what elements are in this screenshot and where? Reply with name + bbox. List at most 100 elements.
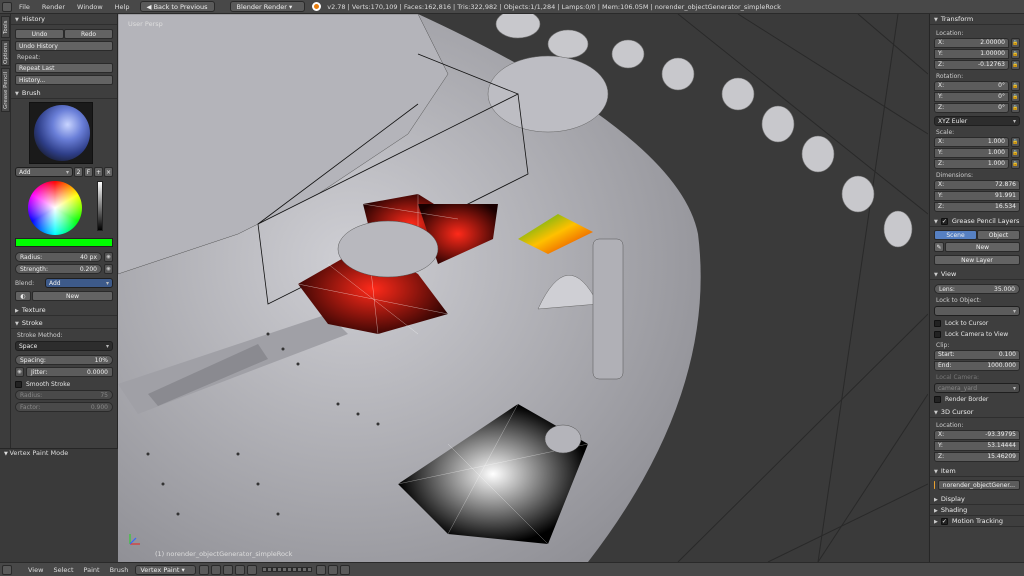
item-name-field[interactable]: norender_objectGener... bbox=[937, 480, 1020, 490]
lock-layers-icon[interactable] bbox=[315, 564, 326, 575]
lock-icon[interactable]: 🔒 bbox=[1011, 38, 1020, 48]
editor-type-icon[interactable] bbox=[2, 564, 12, 575]
scale-y-field[interactable]: Y: 1.000 bbox=[934, 148, 1009, 158]
3d-cursor-panel-header[interactable]: ▼ 3D Cursor bbox=[930, 407, 1024, 418]
item-panel-header[interactable]: ▼ Item bbox=[930, 466, 1024, 477]
menu-help[interactable]: Help bbox=[109, 3, 136, 11]
pressure-icon[interactable]: ◉ bbox=[104, 252, 113, 262]
undo-button[interactable]: Undo bbox=[15, 29, 64, 39]
stroke-panel-header[interactable]: ▼ Stroke bbox=[11, 318, 117, 329]
rotation-mode-select[interactable]: XYZ Euler bbox=[934, 116, 1020, 126]
history-button[interactable]: History... bbox=[15, 75, 113, 85]
menu-render[interactable]: Render bbox=[36, 3, 71, 11]
value-slider[interactable] bbox=[97, 181, 103, 231]
menu-view[interactable]: View bbox=[23, 566, 48, 574]
pivot-icon[interactable] bbox=[210, 564, 221, 575]
brush-panel-header[interactable]: ▼ Brush bbox=[11, 88, 117, 99]
tab-options[interactable]: Options bbox=[1, 40, 10, 66]
new-grease-data-button[interactable]: New bbox=[945, 242, 1020, 252]
scale-z-field[interactable]: Z: 1.000 bbox=[934, 159, 1009, 169]
shading-icon[interactable] bbox=[198, 564, 209, 575]
menu-paint[interactable]: Paint bbox=[79, 566, 105, 574]
undo-history-button[interactable]: Undo History bbox=[15, 41, 113, 51]
rotation-z-field[interactable]: Z: 0° bbox=[934, 103, 1009, 113]
render-engine-select[interactable]: Blender Render ▾ bbox=[229, 1, 306, 12]
jitter-pressure-icon[interactable]: ◉ bbox=[15, 367, 24, 377]
cursor-x-field[interactable]: X: -93.39795 bbox=[934, 430, 1020, 440]
menu-brush[interactable]: Brush bbox=[105, 566, 134, 574]
shading-panel-header[interactable]: ▶ Shading bbox=[930, 505, 1024, 516]
brush-preview[interactable] bbox=[29, 102, 93, 164]
lock-camera-checkbox[interactable] bbox=[934, 331, 941, 338]
brush-add-button[interactable]: + bbox=[94, 167, 103, 177]
operator-panel-header[interactable]: ▼ Vertex Paint Mode bbox=[0, 448, 118, 458]
grease-pencil-panel-header[interactable]: ▼ Grease Pencil Layers bbox=[930, 216, 1024, 227]
lock-icon[interactable]: 🔒 bbox=[1011, 103, 1020, 113]
grease-pencil-checkbox[interactable] bbox=[940, 217, 948, 225]
lock-icon[interactable]: 🔒 bbox=[1011, 92, 1020, 102]
render-preview-icon[interactable] bbox=[327, 564, 338, 575]
brush-name-field[interactable]: Add bbox=[15, 167, 73, 177]
dimension-y-field[interactable]: Y: 91.991 bbox=[934, 191, 1020, 201]
vertex-mask-icon[interactable] bbox=[246, 564, 257, 575]
blend-select[interactable]: Add bbox=[45, 278, 113, 288]
transform-panel-header[interactable]: ▼ Transform bbox=[930, 14, 1024, 25]
smooth-stroke-checkbox[interactable] bbox=[15, 381, 22, 388]
cursor-y-field[interactable]: Y: 53.14444 bbox=[934, 441, 1020, 451]
dimension-z-field[interactable]: Z: 16.534 bbox=[934, 202, 1020, 212]
history-panel-header[interactable]: ▼ History bbox=[11, 14, 117, 25]
location-x-field[interactable]: X: 2.00000 bbox=[934, 38, 1009, 48]
tab-tools[interactable]: Tools bbox=[1, 16, 10, 38]
spacing-field[interactable]: Spacing: 10% bbox=[15, 355, 113, 365]
jitter-field[interactable]: Jitter: 0.0000 bbox=[26, 367, 113, 377]
smooth-radius-field[interactable]: Radius: 75 bbox=[15, 390, 113, 400]
menu-select[interactable]: Select bbox=[48, 566, 78, 574]
location-y-field[interactable]: Y: 1.00000 bbox=[934, 49, 1009, 59]
new-brush-button[interactable]: New bbox=[32, 291, 113, 301]
face-mask-icon[interactable] bbox=[234, 564, 245, 575]
render-border-checkbox[interactable] bbox=[934, 396, 941, 403]
motion-tracking-checkbox[interactable] bbox=[940, 517, 948, 525]
motion-tracking-panel-header[interactable]: ▶ Motion Tracking bbox=[930, 516, 1024, 527]
redo-button[interactable]: Redo bbox=[64, 29, 113, 39]
smooth-factor-field[interactable]: Factor: 0.900 bbox=[15, 402, 113, 412]
3d-viewport[interactable]: User Persp (1) norender_objectGenerator_… bbox=[118, 14, 928, 562]
local-camera-field[interactable]: camera_yard bbox=[934, 383, 1020, 393]
location-z-field[interactable]: Z: -0.12763 bbox=[934, 60, 1009, 70]
scale-x-field[interactable]: X: 1.000 bbox=[934, 137, 1009, 147]
lock-icon[interactable]: 🔒 bbox=[1011, 60, 1020, 70]
object-toggle[interactable]: Object bbox=[977, 230, 1020, 240]
texture-panel-header[interactable]: ▶ Texture bbox=[11, 305, 117, 316]
lock-cursor-checkbox[interactable] bbox=[934, 320, 941, 327]
brush-remove-button[interactable]: × bbox=[104, 167, 113, 177]
strength-field[interactable]: Strength: 0.200 bbox=[15, 264, 102, 274]
scene-toggle[interactable]: Scene bbox=[934, 230, 977, 240]
lock-icon[interactable]: 🔒 bbox=[1011, 81, 1020, 91]
lock-object-field[interactable] bbox=[934, 306, 1020, 316]
clip-end-field[interactable]: End: 1000.000 bbox=[934, 361, 1020, 371]
cursor-z-field[interactable]: Z: 15.46209 bbox=[934, 452, 1020, 462]
color-wheel[interactable] bbox=[28, 181, 82, 235]
brush-fake-user-button[interactable]: F bbox=[84, 167, 93, 177]
rotation-y-field[interactable]: Y: 0° bbox=[934, 92, 1009, 102]
stroke-method-select[interactable]: Space bbox=[15, 341, 113, 351]
pencil-icon[interactable]: ✎ bbox=[934, 242, 944, 252]
clip-start-field[interactable]: Start: 0.100 bbox=[934, 350, 1020, 360]
manipulator-icon[interactable] bbox=[222, 564, 233, 575]
tab-grease-pencil[interactable]: Grease Pencil bbox=[1, 68, 10, 112]
lock-icon[interactable]: 🔒 bbox=[1011, 159, 1020, 169]
repeat-last-button[interactable]: Repeat Last bbox=[15, 63, 113, 73]
mode-select[interactable]: Vertex Paint ▾ bbox=[135, 564, 196, 575]
display-panel-header[interactable]: ▶ Display bbox=[930, 494, 1024, 505]
lock-icon[interactable]: 🔒 bbox=[1011, 137, 1020, 147]
brush-color-swatch[interactable] bbox=[15, 238, 113, 247]
editor-type-icon[interactable] bbox=[2, 1, 12, 12]
radius-field[interactable]: Radius: 40 px bbox=[15, 252, 102, 262]
layer-buttons[interactable] bbox=[261, 567, 312, 572]
new-layer-button[interactable]: New Layer bbox=[934, 255, 1020, 265]
dimension-x-field[interactable]: X: 72.876 bbox=[934, 180, 1020, 190]
lock-icon[interactable]: 🔒 bbox=[1011, 148, 1020, 158]
pressure-icon[interactable]: ◉ bbox=[104, 264, 113, 274]
camera-render-icon[interactable] bbox=[339, 564, 350, 575]
back-to-previous-button[interactable]: ◀ Back to Previous bbox=[139, 1, 215, 12]
